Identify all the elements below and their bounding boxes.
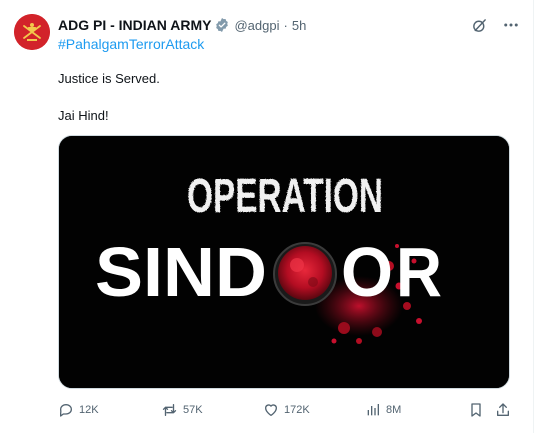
like-button[interactable]: 172K bbox=[263, 402, 310, 418]
share-icon bbox=[495, 402, 511, 418]
verified-badge-icon bbox=[214, 17, 230, 33]
like-count: 172K bbox=[284, 404, 310, 416]
retweet-count: 57K bbox=[183, 404, 203, 416]
share-button[interactable] bbox=[495, 402, 511, 418]
column-divider bbox=[533, 0, 534, 433]
bookmark-button[interactable] bbox=[468, 402, 484, 418]
sindoor-bowl-icon bbox=[273, 242, 337, 306]
army-emblem-icon bbox=[14, 14, 50, 50]
reply-count: 12K bbox=[79, 404, 99, 416]
views-icon bbox=[365, 402, 381, 418]
author-name[interactable]: ADG PI - INDIAN ARMY bbox=[58, 17, 211, 33]
retweet-icon bbox=[161, 402, 178, 418]
tweet-media-image[interactable]: OPERATION SIND O R bbox=[58, 135, 510, 389]
media-title-r: R bbox=[396, 233, 442, 311]
tweet-header: ADG PI - INDIAN ARMY @adgpi · 5h bbox=[58, 15, 520, 35]
retweet-button[interactable]: 57K bbox=[161, 402, 203, 418]
tweet-actions-bar: 12K 57K 172K 8M bbox=[58, 400, 510, 420]
author-handle[interactable]: @adgpi bbox=[234, 18, 279, 33]
avatar[interactable] bbox=[14, 14, 50, 50]
tweet-card[interactable]: ADG PI - INDIAN ARMY @adgpi · 5h #Pahalg… bbox=[0, 0, 532, 433]
separator-dot: · bbox=[283, 17, 288, 33]
bookmark-icon bbox=[468, 402, 484, 418]
media-title-sind: SIND bbox=[95, 233, 267, 311]
operation-sindoor-graphic: OPERATION SIND O R bbox=[59, 136, 509, 388]
reply-button[interactable]: 12K bbox=[58, 402, 99, 418]
hashtag-link[interactable]: #PahalgamTerrorAttack bbox=[58, 36, 204, 52]
timestamp[interactable]: 5h bbox=[292, 18, 306, 33]
tweet-text-line-1: Justice is Served. bbox=[58, 71, 160, 86]
like-icon bbox=[263, 402, 279, 418]
views-button[interactable]: 8M bbox=[365, 402, 401, 418]
grok-icon[interactable] bbox=[470, 16, 488, 34]
more-icon[interactable] bbox=[502, 16, 520, 34]
tweet-text-line-2: Jai Hind! bbox=[58, 108, 109, 123]
media-title-or: O bbox=[341, 233, 393, 311]
media-title-operation: OPERATION bbox=[187, 170, 383, 223]
reply-icon bbox=[58, 402, 74, 418]
views-count: 8M bbox=[386, 404, 402, 416]
